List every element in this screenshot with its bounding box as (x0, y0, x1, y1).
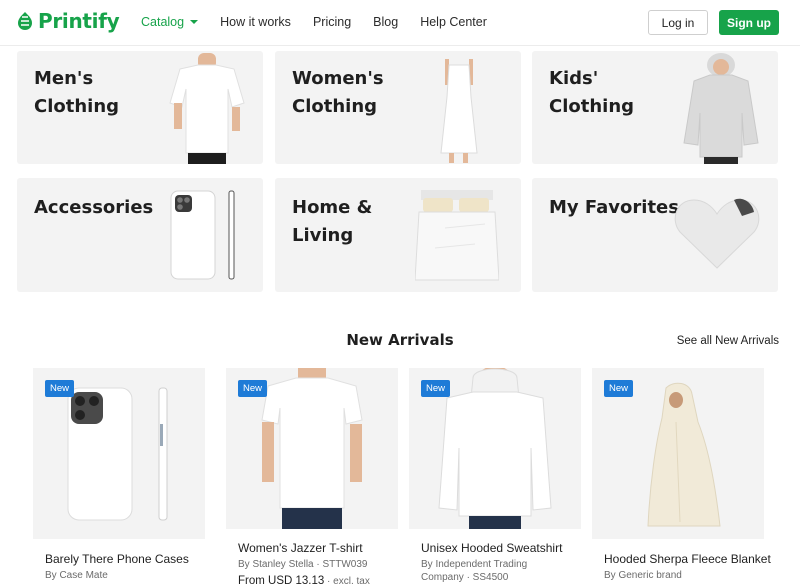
product-name[interactable]: Unisex Hooded Sweatshirt (421, 541, 562, 555)
product-name[interactable]: Women's Jazzer T-shirt (238, 541, 363, 555)
category-title-line: Men's (34, 68, 94, 89)
category-title: Accessories (34, 194, 174, 222)
product-image: New (33, 368, 205, 539)
nav-pricing[interactable]: Pricing (313, 15, 351, 29)
product-price-note: · excl. tax (324, 576, 370, 587)
phone-case-image (170, 190, 235, 280)
new-badge: New (604, 380, 634, 397)
product-price: From USD 13.13 · excl. tax (238, 575, 370, 587)
category-card-my-favorites[interactable]: My Favorites (532, 178, 778, 292)
product-card-sherpa-blanket[interactable]: New Hooded Sherpa Fleece Blanket By Gene… (592, 368, 771, 587)
product-card-phone-cases[interactable]: New Barely There Phone Cases By Case Mat… (33, 368, 205, 587)
top-header: Printify Catalog How it works Pricing Bl… (0, 0, 800, 46)
signup-button[interactable]: Sign up (719, 10, 779, 35)
main-nav: Catalog How it works Pricing Blog Help C… (141, 15, 509, 29)
category-title-line: Accessories (34, 197, 154, 218)
category-title: Men's Clothing (34, 65, 164, 121)
nav-how-it-works[interactable]: How it works (220, 15, 291, 29)
phone-case-image (67, 387, 168, 521)
category-card-accessories[interactable]: Accessories (17, 178, 263, 292)
category-title: Home & Living (292, 194, 422, 250)
category-card-kids-clothing[interactable]: Kids' Clothing (532, 51, 778, 164)
chevron-down-icon (190, 20, 199, 24)
product-card-jazzer-tshirt[interactable]: New Women's Jazzer T-shirt By Stanley St… (226, 368, 398, 587)
product-brand-line: Company · SS4500 (421, 572, 509, 583)
product-brand: By Stanley Stella · STTW039 (238, 559, 368, 570)
product-image: New (226, 368, 398, 529)
mens-tshirt-image (169, 53, 245, 164)
see-all-new-arrivals-link[interactable]: See all New Arrivals (677, 335, 779, 347)
nav-catalog-label: Catalog (141, 15, 185, 29)
new-badge: New (45, 380, 75, 397)
product-brand: By Independent Trading Company · SS4500 (421, 558, 527, 584)
bedding-image (415, 190, 499, 281)
category-card-mens-clothing[interactable]: Men's Clothing (17, 51, 263, 164)
category-title-line: Clothing (34, 96, 120, 117)
product-image: New (592, 368, 764, 539)
new-badge: New (421, 380, 451, 397)
category-card-home-living[interactable]: Home & Living (275, 178, 521, 292)
heart-icon (674, 198, 760, 269)
logo[interactable]: Printify (16, 9, 120, 33)
product-brand: By Generic brand (604, 570, 682, 581)
product-name[interactable]: Hooded Sherpa Fleece Blanket (604, 552, 771, 566)
nav-catalog[interactable]: Catalog (141, 15, 199, 29)
printify-logo-icon (18, 12, 32, 30)
product-image: New (409, 368, 581, 529)
category-card-womens-clothing[interactable]: Women's Clothing (275, 51, 521, 164)
product-brand-line: By Independent Trading (421, 559, 528, 570)
category-title-line: Clothing (292, 96, 378, 117)
category-title-line: Clothing (549, 96, 635, 117)
category-title: Women's Clothing (292, 65, 422, 121)
product-name[interactable]: Barely There Phone Cases (45, 552, 189, 566)
category-title: Kids' Clothing (549, 65, 679, 121)
womens-dress-image (440, 59, 478, 163)
nav-help-center[interactable]: Help Center (420, 15, 487, 29)
category-title-line: Kids' (549, 68, 599, 89)
product-brand: By Case Mate (45, 570, 108, 581)
login-button[interactable]: Log in (648, 10, 708, 35)
kids-hoodie-image (683, 53, 759, 164)
hoodie-image (438, 368, 552, 529)
category-title-line: Living (292, 225, 354, 246)
logo-text: Printify (38, 9, 120, 33)
new-badge: New (238, 380, 268, 397)
nav-blog[interactable]: Blog (373, 15, 398, 29)
product-price-value: From USD 13.13 (238, 575, 325, 587)
product-card-hooded-sweatshirt[interactable]: New Unisex Hooded Sweatshirt By Independ… (409, 368, 581, 587)
category-title-line: Women's (292, 68, 384, 89)
category-title-line: Home & (292, 197, 373, 218)
blanket-image (647, 382, 721, 527)
